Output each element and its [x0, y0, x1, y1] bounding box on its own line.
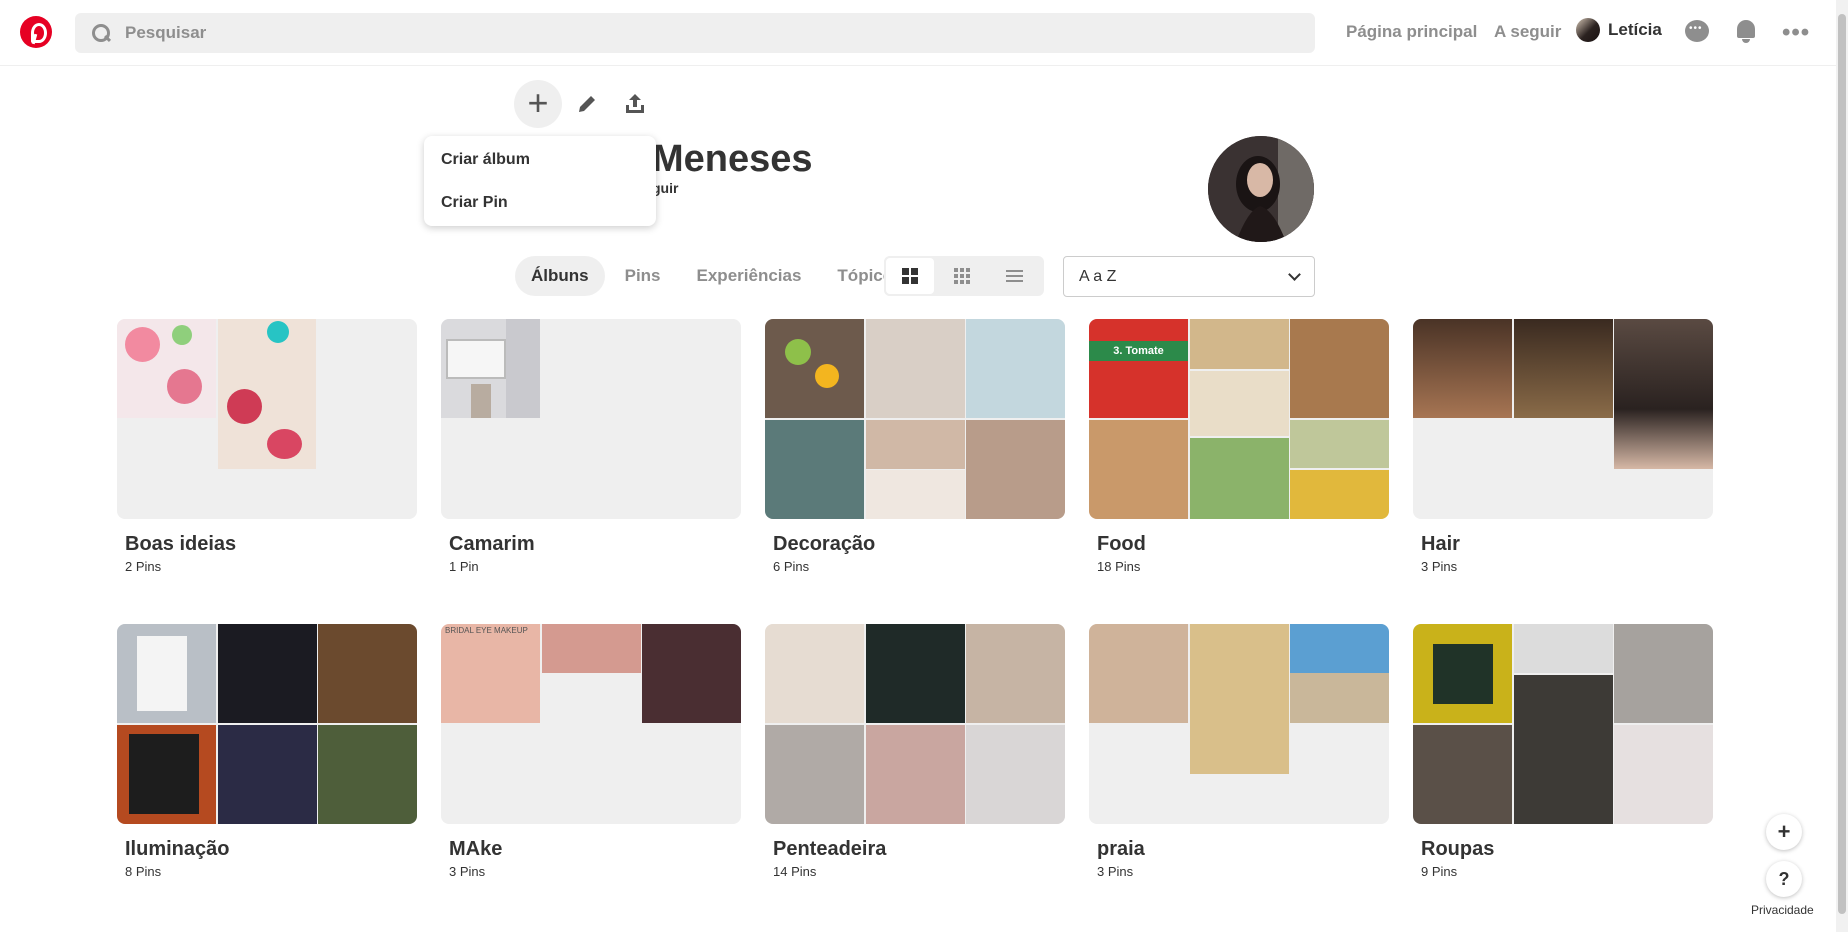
profile-name: Meneses: [652, 138, 813, 180]
small-grid-icon: [954, 268, 970, 284]
menu-item-create-pin[interactable]: Criar Pin: [441, 194, 508, 212]
search-input[interactable]: [125, 23, 1275, 43]
board-title: Boas ideias: [125, 533, 237, 555]
view-list-button[interactable]: [988, 256, 1040, 296]
tab-experiences[interactable]: Experiências: [681, 256, 818, 296]
board-cover: [117, 624, 417, 824]
board-pin-count: 3 Pins: [1097, 864, 1134, 879]
board-cover: BRIDAL EYE MAKEUP: [441, 624, 741, 824]
nav-home-link[interactable]: Página principal: [1346, 22, 1477, 42]
board-pin-count: 2 Pins: [125, 559, 162, 574]
board-pin-count: 14 Pins: [773, 864, 817, 879]
pinterest-logo-icon[interactable]: [20, 16, 52, 48]
board-card[interactable]: BRIDAL EYE MAKEUP MAke 3 Pins: [441, 624, 741, 879]
board-card[interactable]: Penteadeira 14 Pins: [765, 624, 1065, 879]
board-title: Food: [1097, 533, 1146, 555]
board-pin-count: 9 Pins: [1421, 864, 1458, 879]
large-grid-icon: [902, 268, 918, 284]
board-cover: [1089, 624, 1389, 824]
board-title: Hair: [1421, 533, 1460, 555]
nav-following-link[interactable]: A seguir: [1494, 22, 1561, 42]
scrollbar-thumb[interactable]: [1838, 14, 1846, 914]
board-pin-count: 1 Pin: [449, 559, 479, 574]
nav-user-profile[interactable]: Letícia: [1576, 18, 1662, 42]
menu-item-create-board[interactable]: Criar álbum: [441, 151, 530, 169]
board-cover: [1413, 624, 1713, 824]
cover-label: 3. Tomate: [1113, 345, 1164, 357]
board-card[interactable]: Decoração 6 Pins: [765, 319, 1065, 574]
messages-icon[interactable]: [1685, 20, 1711, 46]
board-pin-count: 3 Pins: [1421, 559, 1458, 574]
board-cover: 3. Tomate: [1089, 319, 1389, 519]
notifications-bell-icon[interactable]: [1734, 20, 1760, 46]
scrollbar[interactable]: [1836, 0, 1848, 932]
share-profile-button[interactable]: [611, 80, 659, 128]
avatar: [1576, 18, 1600, 42]
search-bar[interactable]: [75, 13, 1315, 53]
profile-tabs: Álbuns Pins Experiências Tópicos: [515, 256, 923, 296]
edit-profile-button[interactable]: [563, 80, 611, 128]
board-title: Decoração: [773, 533, 876, 555]
privacy-link[interactable]: Privacidade: [1751, 903, 1814, 917]
board-card[interactable]: 3. Tomate Food 18 Pins: [1089, 319, 1389, 574]
board-card[interactable]: Boas ideias 2 Pins: [117, 319, 417, 574]
view-small-grid-button[interactable]: [936, 256, 988, 296]
pencil-icon: [579, 96, 595, 112]
board-title: praia: [1097, 838, 1145, 860]
share-icon: [626, 94, 644, 113]
board-title: Roupas: [1421, 838, 1495, 860]
board-title: Penteadeira: [773, 838, 887, 860]
view-toggle: [884, 256, 1044, 296]
create-dropdown-menu: Criar álbum Criar Pin: [424, 136, 656, 226]
list-icon: [1005, 267, 1023, 285]
sort-select[interactable]: A a Z: [1063, 256, 1315, 297]
board-pin-count: 3 Pins: [449, 864, 486, 879]
cover-label: BRIDAL EYE MAKEUP: [445, 626, 528, 635]
board-title: MAke: [449, 838, 503, 860]
top-nav-bar: Página principal A seguir Letícia •••: [0, 0, 1836, 66]
more-options-icon[interactable]: •••: [1782, 19, 1809, 46]
create-button[interactable]: +: [514, 80, 562, 128]
profile-avatar: [1208, 136, 1314, 242]
board-cover: [765, 319, 1065, 519]
board-pin-count: 6 Pins: [773, 559, 810, 574]
board-title: Iluminação: [125, 838, 230, 860]
board-cover: [1413, 319, 1713, 519]
tab-pins[interactable]: Pins: [609, 256, 677, 296]
board-title: Camarim: [449, 533, 535, 555]
search-icon: [91, 23, 111, 43]
board-card[interactable]: Iluminação 8 Pins: [117, 624, 417, 879]
board-cover: [117, 319, 417, 519]
board-card[interactable]: Camarim 1 Pin: [441, 319, 741, 574]
tab-boards[interactable]: Álbuns: [515, 256, 605, 296]
board-cover: [441, 319, 741, 519]
floating-help-button[interactable]: ?: [1766, 861, 1802, 897]
board-pin-count: 18 Pins: [1097, 559, 1141, 574]
board-cover: [765, 624, 1065, 824]
sort-select-value: A a Z: [1079, 267, 1117, 285]
floating-add-button[interactable]: +: [1766, 814, 1802, 850]
chevron-down-icon: [1288, 268, 1301, 281]
board-card[interactable]: Roupas 9 Pins: [1413, 624, 1713, 879]
nav-user-name: Letícia: [1608, 20, 1662, 39]
board-pin-count: 8 Pins: [125, 864, 162, 879]
board-card[interactable]: praia 3 Pins: [1089, 624, 1389, 879]
plus-icon: +: [527, 81, 549, 123]
board-card[interactable]: Hair 3 Pins: [1413, 319, 1713, 574]
view-large-grid-button[interactable]: [884, 256, 936, 296]
